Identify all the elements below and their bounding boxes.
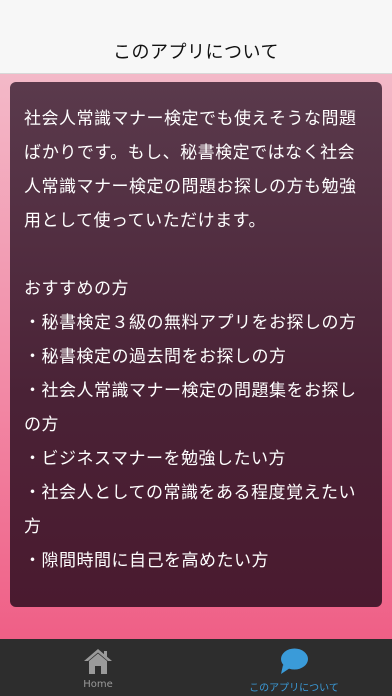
description-panel: 社会人常識マナー検定でも使えそうな問題ばかりです。もし、秘書検定ではなく社会人常… xyxy=(10,82,382,607)
tab-home-label: Home xyxy=(83,679,113,690)
tab-about[interactable]: このアプリについて xyxy=(196,639,392,696)
navigation-bar: このアプリについて xyxy=(0,0,392,74)
recommend-heading: おすすめの方 xyxy=(24,279,129,299)
list-item: ・秘書検定の過去問をお探しの方 xyxy=(24,347,287,367)
list-item: ・社会人としての常識をある程度覚えたい方 xyxy=(24,483,356,537)
list-item: ・ビジネスマナーを勉強したい方 xyxy=(24,449,286,469)
page-title: このアプリについて xyxy=(113,42,279,63)
list-item: ・隙間時間に自己を高めたい方 xyxy=(24,551,269,571)
tab-bar: Home このアプリについて xyxy=(0,639,392,696)
recommend-list: ・秘書検定３級の無料アプリをお探しの方 ・秘書検定の過去問をお探しの方 ・社会人… xyxy=(24,306,370,578)
list-item: ・社会人常識マナー検定の問題集をお探しの方 xyxy=(24,381,357,435)
content-area[interactable]: 社会人常識マナー検定でも使えそうな問題ばかりです。もし、秘書検定ではなく社会人常… xyxy=(0,74,392,639)
speech-bubble-icon xyxy=(279,647,309,675)
home-icon xyxy=(83,647,113,675)
app-screen: このアプリについて 社会人常識マナー検定でも使えそうな問題ばかりです。もし、秘書… xyxy=(0,0,392,696)
intro-text: 社会人常識マナー検定でも使えそうな問題ばかりです。もし、秘書検定ではなく社会人常… xyxy=(24,109,357,231)
tab-about-label: このアプリについて xyxy=(249,683,339,694)
tab-home[interactable]: Home xyxy=(0,639,196,696)
list-item: ・秘書検定３級の無料アプリをお探しの方 xyxy=(24,313,357,333)
